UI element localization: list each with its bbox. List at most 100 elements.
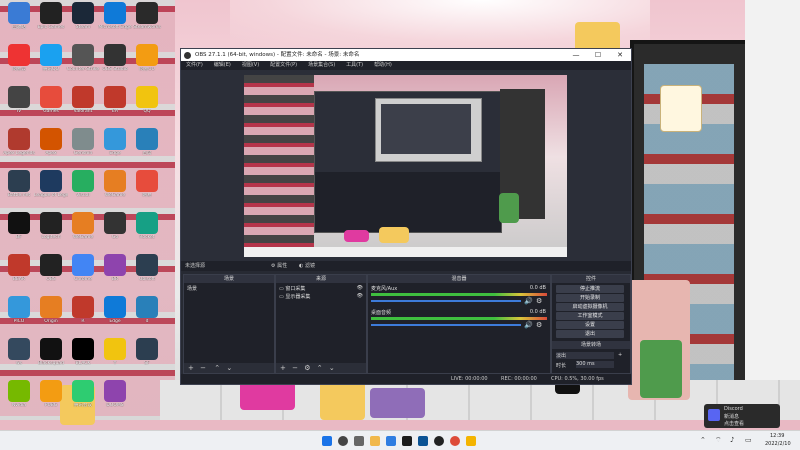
desktop-shortcut[interactable]: Microsoft Edge xyxy=(98,2,132,31)
battery-icon[interactable]: ▭ xyxy=(745,436,752,444)
stop-streaming-button[interactable]: 停止推流 xyxy=(556,285,624,293)
desktop-shortcut[interactable]: EA xyxy=(98,86,132,115)
mic-gear-icon[interactable]: ⚙ xyxy=(536,297,542,305)
desktop-shortcut[interactable]: Genshin xyxy=(66,128,100,157)
maximize-button[interactable]: ☐ xyxy=(587,49,609,61)
desktop-shortcut[interactable]: Y xyxy=(98,338,132,367)
clock-date[interactable]: 2022/2/10 xyxy=(765,441,791,447)
desktop-shortcut[interactable]: IV xyxy=(2,86,36,115)
transition-type-select[interactable]: 淡出 xyxy=(556,352,614,359)
add-source-icon[interactable]: + xyxy=(280,364,286,372)
wifi-icon[interactable]: ⌔ xyxy=(715,436,722,445)
menu-scene-collection[interactable]: 场景集合(S) xyxy=(308,62,335,68)
desktop-shortcut[interactable]: R xyxy=(66,296,100,325)
desktop-shortcut[interactable]: Apex xyxy=(34,128,68,157)
move-up-icon[interactable]: ⌃ xyxy=(214,364,220,372)
desktop-shortcut[interactable]: SF xyxy=(130,338,164,367)
scene-item[interactable]: 场景 xyxy=(187,285,197,292)
chrome-icon[interactable] xyxy=(450,436,460,446)
desktop-shortcut[interactable]: Steam xyxy=(66,2,100,31)
map-pin-icon[interactable] xyxy=(466,436,476,446)
desktop-shortcut[interactable]: BEAR xyxy=(2,254,36,283)
desktop-shortcut[interactable]: PUBG xyxy=(34,380,68,409)
menu-help[interactable]: 帮助(H) xyxy=(374,62,392,68)
desktop-shortcut[interactable]: Rocket xyxy=(130,212,164,241)
eye-icon[interactable]: 👁 xyxy=(357,293,363,299)
desktop-shortcut[interactable]: PICO xyxy=(2,296,36,325)
close-button[interactable]: ✕ xyxy=(609,49,631,61)
desktop-shortcut[interactable]: Steamworks xyxy=(130,2,164,31)
menu-profile[interactable]: 配置文件(P) xyxy=(270,62,297,68)
desktop-shortcut[interactable]: Origin xyxy=(34,296,68,325)
volume-icon[interactable]: ♪ xyxy=(730,436,734,444)
desktop-shortcut[interactable]: Counter-Strike xyxy=(66,44,100,73)
obs-window[interactable]: OBS 27.1.1 (64-bit, windows) - 配置文件: 未命名… xyxy=(180,48,632,385)
eye-icon[interactable]: 👁 xyxy=(357,285,363,291)
menu-file[interactable]: 文件(F) xyxy=(186,62,203,68)
desktop-shortcut[interactable]: Valorant xyxy=(66,86,100,115)
desktop-shortcut[interactable]: Epic Games xyxy=(34,2,68,31)
desktop-speaker-icon[interactable]: 🔊 xyxy=(524,321,533,329)
desktop-shortcut[interactable]: OBS xyxy=(34,254,68,283)
desktop-shortcut[interactable]: WeGame xyxy=(66,212,100,241)
exit-button[interactable]: 退出 xyxy=(556,330,624,338)
desktop-shortcut[interactable]: Apex Legends xyxy=(2,128,36,157)
desktop-shortcut[interactable]: 网易云 xyxy=(2,44,36,73)
desktop-shortcut[interactable]: Go xyxy=(98,212,132,241)
search-icon[interactable] xyxy=(338,436,348,446)
edge-icon[interactable] xyxy=(386,436,396,446)
desktop-shortcut[interactable]: League of Legends xyxy=(34,170,68,199)
desktop-shortcut[interactable]: 回收站 xyxy=(2,2,36,31)
properties-button[interactable]: ⚙ 属性 xyxy=(271,261,287,271)
desktop-shortcut[interactable]: Blacksquad xyxy=(34,338,68,367)
file-explorer-icon[interactable] xyxy=(370,436,380,446)
desktop-shortcut[interactable]: 网易 xyxy=(130,170,164,199)
source-item-display[interactable]: ▭ 显示器采集 👁 xyxy=(279,293,363,300)
desktop-shortcut[interactable]: Ubisoft xyxy=(130,254,164,283)
studio-mode-button[interactable]: 工作室模式 xyxy=(556,312,624,320)
remove-scene-icon[interactable]: − xyxy=(200,364,206,372)
duration-input[interactable]: 300 ms xyxy=(576,361,614,368)
desktop-shortcut[interactable]: 百度 xyxy=(130,128,164,157)
menu-view[interactable]: 视图(V) xyxy=(242,62,259,68)
move-up-icon[interactable]: ⌃ xyxy=(317,364,323,372)
store-icon[interactable] xyxy=(402,436,412,446)
desktop-shortcut[interactable]: BF xyxy=(2,212,36,241)
menu-edit[interactable]: 编辑(E) xyxy=(214,62,231,68)
desktop-shortcut[interactable]: Chrome xyxy=(66,254,100,283)
remove-source-icon[interactable]: − xyxy=(292,364,298,372)
mic-volume-slider[interactable] xyxy=(371,300,521,302)
start-recording-button[interactable]: 开始录制 xyxy=(556,294,624,302)
desktop-shortcut[interactable]: BLACK xyxy=(66,338,100,367)
desktop-shortcut[interactable]: Visual xyxy=(66,170,100,199)
source-settings-icon[interactable]: ⚙ xyxy=(304,364,310,372)
desktop-shortcut[interactable]: 腾讯会议 xyxy=(66,380,100,409)
tray-chevron-icon[interactable]: ⌃ xyxy=(700,436,706,444)
preview-canvas[interactable] xyxy=(244,75,567,257)
toast-notification[interactable]: Discord 新消息 点击查看 xyxy=(704,404,780,428)
desktop-shortcut[interactable]: QQ xyxy=(130,86,164,115)
filters-button[interactable]: ◐ 滤镜 xyxy=(299,261,315,271)
desktop-shortcut[interactable]: 腾讯QQ xyxy=(34,44,68,73)
desktop-shortcut[interactable]: Nvidia xyxy=(2,380,36,409)
desktop-shortcut[interactable]: Edge xyxy=(98,128,132,157)
transition-add-icon[interactable]: + xyxy=(618,352,622,358)
desktop-shortcut[interactable]: d xyxy=(130,296,164,325)
move-down-icon[interactable]: ⌄ xyxy=(226,364,232,372)
start-icon[interactable] xyxy=(322,436,332,446)
desktop-shortcut[interactable]: ws xyxy=(2,338,36,367)
desktop-shortcut[interactable]: Games xyxy=(34,86,68,115)
obs-taskbar-icon[interactable] xyxy=(434,436,444,446)
desktop-shortcut[interactable]: OBS Studio xyxy=(98,44,132,73)
minimize-button[interactable]: — xyxy=(565,49,587,61)
desktop-shortcut[interactable]: WeGame xyxy=(98,170,132,199)
desktop-volume-slider[interactable] xyxy=(371,324,521,326)
desktop-gear-icon[interactable]: ⚙ xyxy=(536,321,542,329)
desktop-shortcut[interactable]: 网易UU xyxy=(130,44,164,73)
move-down-icon[interactable]: ⌄ xyxy=(329,364,335,372)
desktop-shortcut[interactable]: DOOMS xyxy=(98,380,132,409)
desktop-shortcut[interactable]: Edge xyxy=(98,296,132,325)
settings-icon[interactable] xyxy=(418,436,428,446)
clock-time[interactable]: 12:39 xyxy=(770,433,784,439)
menu-tools[interactable]: 工具(T) xyxy=(346,62,363,68)
